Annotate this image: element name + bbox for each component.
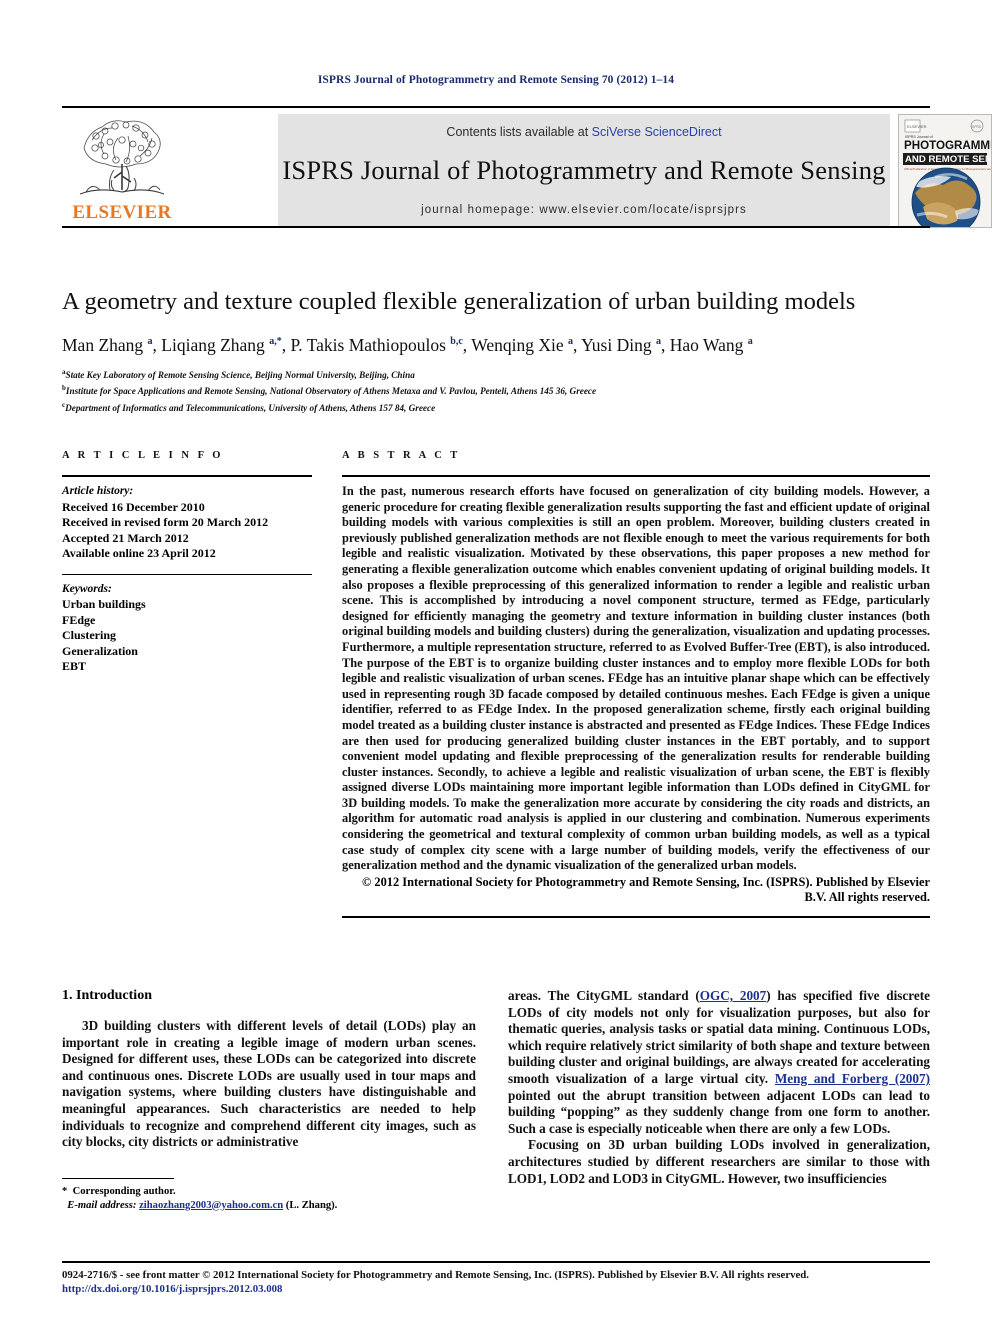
corresponding-author-mark: * xyxy=(62,1186,68,1197)
article-info-rule xyxy=(62,475,312,477)
journal-homepage-line[interactable]: journal homepage: www.elsevier.com/locat… xyxy=(278,204,890,216)
elsevier-tree-icon xyxy=(79,119,165,195)
keyword-item: Urban buildings xyxy=(62,597,146,611)
issn-line: 0924-2716/$ - see front matter © 2012 In… xyxy=(62,1269,810,1281)
article-info-block: A R T I C L E I N F O Article history: R… xyxy=(62,450,312,675)
footnote-block: * Corresponding author. E-mail address: … xyxy=(62,1178,476,1212)
email-link[interactable]: zihaozhang2003@yahoo.com.cn xyxy=(139,1200,283,1211)
affiliation-item: aState Key Laboratory of Remote Sensing … xyxy=(62,368,415,381)
keyword-item: Generalization xyxy=(62,643,138,658)
sciencedirect-link[interactable]: SciVerse ScienceDirect xyxy=(592,125,722,139)
affiliation-list: aState Key Laboratory of Remote Sensing … xyxy=(62,366,930,415)
journal-band: Contents lists available at SciVerse Sci… xyxy=(278,114,890,226)
affiliation-mark: c xyxy=(62,400,66,409)
keyword-item: Clustering xyxy=(62,628,116,642)
svg-text:PHOTOGRAMMETRY: PHOTOGRAMMETRY xyxy=(904,139,991,152)
abstract-rule xyxy=(342,475,930,477)
intro-paragraph-right-1: areas. The CityGML standard (OGC, 2007) … xyxy=(508,988,930,1136)
article-history-item: Available online 23 April 2012 xyxy=(62,546,216,560)
affiliation-mark: a xyxy=(62,368,66,376)
abstract-heading: A B S T R A C T xyxy=(342,450,461,461)
abstract-text: In the past, numerous research efforts h… xyxy=(342,484,930,873)
intro-paragraph-left: 3D building clusters with different leve… xyxy=(62,1018,476,1150)
keyword-item: FEdge xyxy=(62,612,96,627)
article-history-item: Received 16 December 2010 xyxy=(62,499,205,514)
body-column-right: areas. The CityGML standard (OGC, 2007) … xyxy=(508,988,930,1187)
body-column-left: 1. Introduction 3D building clusters wit… xyxy=(62,988,476,1151)
elsevier-logo[interactable]: ELSEVIER xyxy=(66,114,178,226)
page-footer: 0924-2716/$ - see front matter © 2012 In… xyxy=(62,1261,930,1296)
journal-title: ISPRS Journal of Photogrammetry and Remo… xyxy=(282,155,886,185)
author-list: Man Zhang a, Liqiang Zhang a,*, P. Takis… xyxy=(62,334,753,355)
elsevier-wordmark: ELSEVIER xyxy=(72,202,172,223)
keywords-label: Keywords: xyxy=(62,582,112,595)
corresponding-author-note: * Corresponding author. xyxy=(62,1186,176,1197)
abstract-copyright: © 2012 International Society for Photogr… xyxy=(362,874,930,905)
email-note: E-mail address: zihaozhang2003@yahoo.com… xyxy=(67,1199,338,1211)
email-label: E-mail address: xyxy=(67,1199,137,1211)
journal-masthead: ELSEVIER Contents lists available at Sci… xyxy=(62,106,992,228)
keywords-rule xyxy=(62,573,312,575)
article-history-list: Received 16 December 2010 Received in rev… xyxy=(62,500,312,562)
running-head: ISPRS Journal of Photogrammetry and Remo… xyxy=(317,74,675,86)
citation-meng-forberg-2007[interactable]: Meng and Forberg (2007) xyxy=(775,1071,930,1086)
keywords-list: Urban buildings FEdge Clustering Generaliza… xyxy=(62,597,312,675)
keyword-item: EBT xyxy=(62,659,87,673)
paper-page: ISPRS Journal of Photogrammetry and Remo… xyxy=(0,0,992,1323)
section-heading-introduction: 1. Introduction xyxy=(62,988,152,1003)
page-title: A geometry and texture coupled flexible … xyxy=(62,288,856,315)
contents-prefix: Contents lists available at xyxy=(446,125,592,139)
masthead-bottom-rule xyxy=(62,226,930,228)
cover-image: ELSEVIER ISPRS ISPRS Journal of PHOTOGRA… xyxy=(899,115,991,227)
article-history-item: Received in revised form 20 March 2012 xyxy=(62,515,269,529)
article-history-item: Accepted 21 March 2012 xyxy=(62,530,189,545)
svg-text:ELSEVIER: ELSEVIER xyxy=(907,124,927,129)
article-info-heading: A R T I C L E I N F O xyxy=(62,450,224,461)
affiliation-item: cDepartment of Informatics and Telecommu… xyxy=(62,400,436,413)
article-history-label: Article history: xyxy=(62,485,134,497)
contents-available-line: Contents lists available at SciVerse Sci… xyxy=(278,114,890,139)
footer-rule xyxy=(62,1261,930,1263)
doi-link[interactable]: http://dx.doi.org/10.1016/j.isprsjprs.20… xyxy=(62,1282,930,1296)
intro-paragraph-right-2: Focusing on 3D urban building LODs invol… xyxy=(508,1137,930,1186)
citation-ogc-2007[interactable]: OGC, 2007 xyxy=(700,988,766,1003)
footnote-rule xyxy=(62,1178,174,1179)
svg-text:AND REMOTE SENSING: AND REMOTE SENSING xyxy=(905,154,991,165)
masthead-top-rule xyxy=(62,106,930,108)
svg-text:ISPRS: ISPRS xyxy=(971,125,982,129)
abstract-block: A B S T R A C T In the past, numerous re… xyxy=(342,450,930,919)
affiliation-mark: b xyxy=(62,384,66,393)
abstract-bottom-rule xyxy=(342,916,930,919)
affiliation-item: bInstitute for Space Applications and Re… xyxy=(62,384,597,397)
journal-cover-thumbnail[interactable]: ELSEVIER ISPRS ISPRS Journal of PHOTOGRA… xyxy=(898,114,992,228)
